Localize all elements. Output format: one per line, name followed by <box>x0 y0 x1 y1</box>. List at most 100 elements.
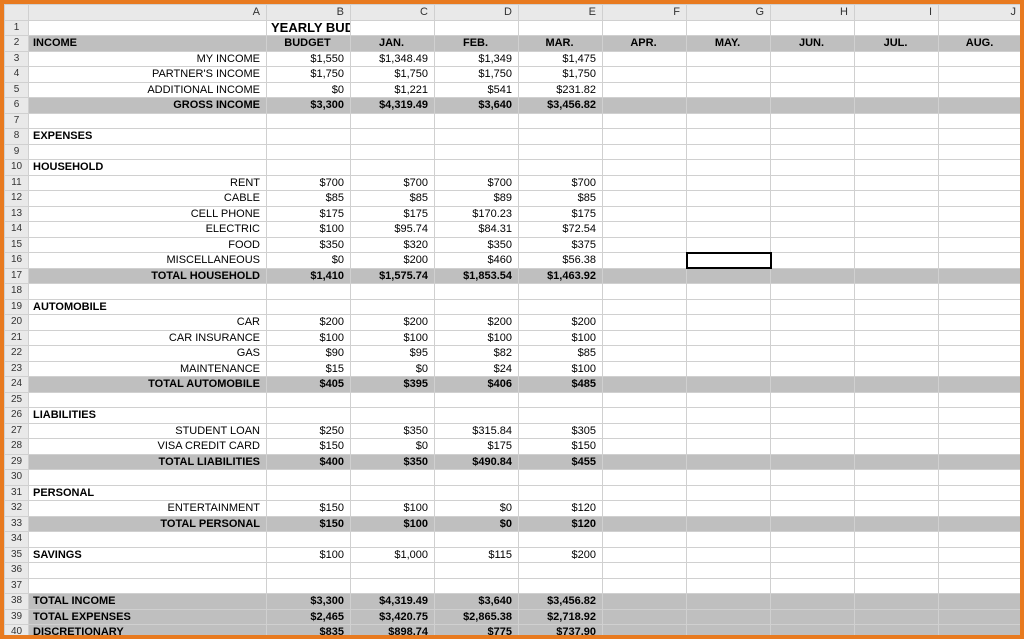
cell-E27[interactable]: $305 <box>519 423 603 439</box>
cell-B37[interactable] <box>267 578 351 594</box>
cell-D5[interactable]: $541 <box>435 82 519 98</box>
row-header-25[interactable]: 25 <box>5 392 29 408</box>
cell-C37[interactable] <box>351 578 435 594</box>
row-header-37[interactable]: 37 <box>5 578 29 594</box>
cell-A2[interactable]: INCOME <box>29 36 267 52</box>
row-header-6[interactable]: 6 <box>5 98 29 114</box>
row-header-22[interactable]: 22 <box>5 346 29 362</box>
cell-J31[interactable] <box>939 485 1023 501</box>
cell-D33[interactable]: $0 <box>435 516 519 532</box>
cell-G29[interactable] <box>687 454 771 470</box>
cell-I38[interactable] <box>855 594 939 610</box>
cell-J10[interactable] <box>939 160 1023 176</box>
cell-B33[interactable]: $150 <box>267 516 351 532</box>
cell-F20[interactable] <box>603 315 687 331</box>
cell-A20[interactable]: CAR <box>29 315 267 331</box>
cell-H20[interactable] <box>771 315 855 331</box>
cell-H37[interactable] <box>771 578 855 594</box>
cell-A6[interactable]: GROSS INCOME <box>29 98 267 114</box>
row-header-27[interactable]: 27 <box>5 423 29 439</box>
row-header-12[interactable]: 12 <box>5 191 29 207</box>
cell-J13[interactable] <box>939 206 1023 222</box>
cell-G22[interactable] <box>687 346 771 362</box>
cell-I2[interactable]: JUL. <box>855 36 939 52</box>
cell-F28[interactable] <box>603 439 687 455</box>
row-header-4[interactable]: 4 <box>5 67 29 83</box>
row-header-10[interactable]: 10 <box>5 160 29 176</box>
cell-C19[interactable] <box>351 299 435 315</box>
cell-G17[interactable] <box>687 268 771 284</box>
cell-B29[interactable]: $400 <box>267 454 351 470</box>
cell-G13[interactable] <box>687 206 771 222</box>
cell-G21[interactable] <box>687 330 771 346</box>
cell-B17[interactable]: $1,410 <box>267 268 351 284</box>
cell-H10[interactable] <box>771 160 855 176</box>
cell-J14[interactable] <box>939 222 1023 238</box>
cell-E3[interactable]: $1,475 <box>519 51 603 67</box>
cell-D23[interactable]: $24 <box>435 361 519 377</box>
col-header-C[interactable]: C <box>351 5 435 21</box>
cell-B3[interactable]: $1,550 <box>267 51 351 67</box>
cell-G3[interactable] <box>687 51 771 67</box>
cell-F6[interactable] <box>603 98 687 114</box>
cell-E5[interactable]: $231.82 <box>519 82 603 98</box>
cell-C28[interactable]: $0 <box>351 439 435 455</box>
cell-B20[interactable]: $200 <box>267 315 351 331</box>
cell-B4[interactable]: $1,750 <box>267 67 351 83</box>
cell-C4[interactable]: $1,750 <box>351 67 435 83</box>
cell-A13[interactable]: CELL PHONE <box>29 206 267 222</box>
cell-D3[interactable]: $1,349 <box>435 51 519 67</box>
cell-G4[interactable] <box>687 67 771 83</box>
cell-F40[interactable] <box>603 625 687 639</box>
col-header-B[interactable]: B <box>267 5 351 21</box>
cell-C23[interactable]: $0 <box>351 361 435 377</box>
cell-H2[interactable]: JUN. <box>771 36 855 52</box>
cell-I9[interactable] <box>855 144 939 160</box>
col-header-F[interactable]: F <box>603 5 687 21</box>
cell-F4[interactable] <box>603 67 687 83</box>
row-header-24[interactable]: 24 <box>5 377 29 393</box>
cell-J21[interactable] <box>939 330 1023 346</box>
cell-H1[interactable] <box>771 20 855 36</box>
cell-A32[interactable]: ENTERTAINMENT <box>29 501 267 517</box>
cell-H25[interactable] <box>771 392 855 408</box>
cell-A12[interactable]: CABLE <box>29 191 267 207</box>
col-header-E[interactable]: E <box>519 5 603 21</box>
cell-J4[interactable] <box>939 67 1023 83</box>
cell-H21[interactable] <box>771 330 855 346</box>
cell-J19[interactable] <box>939 299 1023 315</box>
cell-D7[interactable] <box>435 113 519 129</box>
cell-E13[interactable]: $175 <box>519 206 603 222</box>
cell-A18[interactable] <box>29 284 267 300</box>
cell-E29[interactable]: $455 <box>519 454 603 470</box>
cell-A30[interactable] <box>29 470 267 486</box>
cell-A11[interactable]: RENT <box>29 175 267 191</box>
cell-C39[interactable]: $3,420.75 <box>351 609 435 625</box>
cell-B38[interactable]: $3,300 <box>267 594 351 610</box>
cell-D28[interactable]: $175 <box>435 439 519 455</box>
cell-D1[interactable] <box>435 20 519 36</box>
cell-I33[interactable] <box>855 516 939 532</box>
cell-F29[interactable] <box>603 454 687 470</box>
cell-A4[interactable]: PARTNER'S INCOME <box>29 67 267 83</box>
cell-E18[interactable] <box>519 284 603 300</box>
cell-A3[interactable]: MY INCOME <box>29 51 267 67</box>
cell-A7[interactable] <box>29 113 267 129</box>
cell-F23[interactable] <box>603 361 687 377</box>
cell-F3[interactable] <box>603 51 687 67</box>
cell-J15[interactable] <box>939 237 1023 253</box>
cell-C20[interactable]: $200 <box>351 315 435 331</box>
cell-H31[interactable] <box>771 485 855 501</box>
cell-F9[interactable] <box>603 144 687 160</box>
cell-B11[interactable]: $700 <box>267 175 351 191</box>
cell-D37[interactable] <box>435 578 519 594</box>
cell-B27[interactable]: $250 <box>267 423 351 439</box>
cell-D16[interactable]: $460 <box>435 253 519 269</box>
cell-H26[interactable] <box>771 408 855 424</box>
cell-I30[interactable] <box>855 470 939 486</box>
cell-I20[interactable] <box>855 315 939 331</box>
cell-F32[interactable] <box>603 501 687 517</box>
cell-J24[interactable] <box>939 377 1023 393</box>
cell-J7[interactable] <box>939 113 1023 129</box>
cell-D10[interactable] <box>435 160 519 176</box>
